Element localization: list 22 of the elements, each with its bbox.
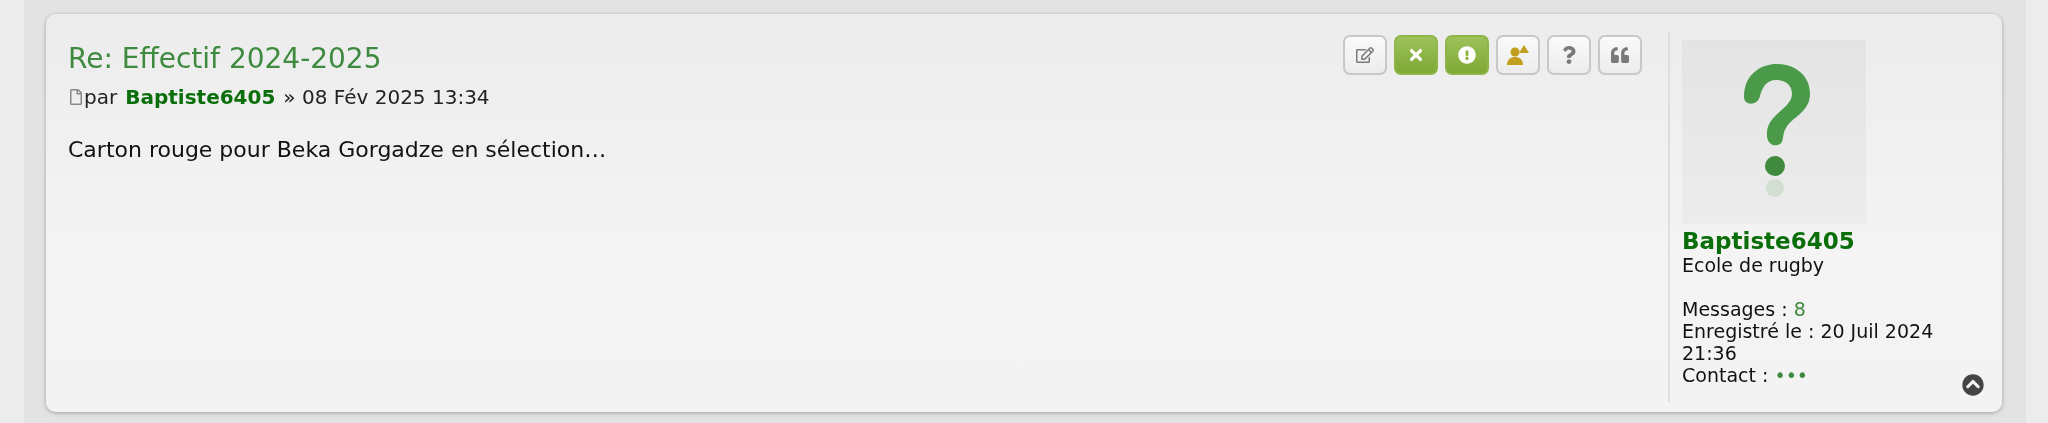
warn-user-button[interactable] — [1496, 35, 1540, 75]
back-to-top-icon[interactable] — [1962, 374, 1984, 396]
profile-field: Messages : 8 — [1682, 298, 1982, 320]
post-title[interactable]: Re: Effectif 2024-2025 — [68, 42, 490, 75]
delete-button[interactable] — [1394, 35, 1438, 75]
report-button[interactable] — [1445, 35, 1489, 75]
quote-button[interactable] — [1598, 35, 1642, 75]
edit-button[interactable] — [1343, 35, 1387, 75]
profile-field: Contact : ••• — [1682, 364, 1982, 386]
question-icon — [1560, 46, 1578, 64]
post-body: Carton rouge pour Beka Gorgadze en sélection… — [68, 137, 608, 162]
user-warning-icon — [1507, 45, 1529, 65]
cross-icon — [1407, 46, 1425, 64]
user-rank: Ecole de rugby — [1682, 254, 1826, 276]
info-button[interactable] — [1547, 35, 1591, 75]
by-label: par — [84, 85, 118, 109]
author-link[interactable]: Baptiste6405 — [125, 85, 276, 109]
file-icon — [68, 89, 84, 105]
post-date: » 08 Fév 2025 13:34 — [283, 85, 490, 109]
username-link[interactable]: Baptiste6405 — [1682, 228, 1982, 254]
profile-field: Enregistré le : 20 Juil 2024 21:36 — [1682, 320, 1982, 364]
quote-icon — [1611, 46, 1629, 64]
